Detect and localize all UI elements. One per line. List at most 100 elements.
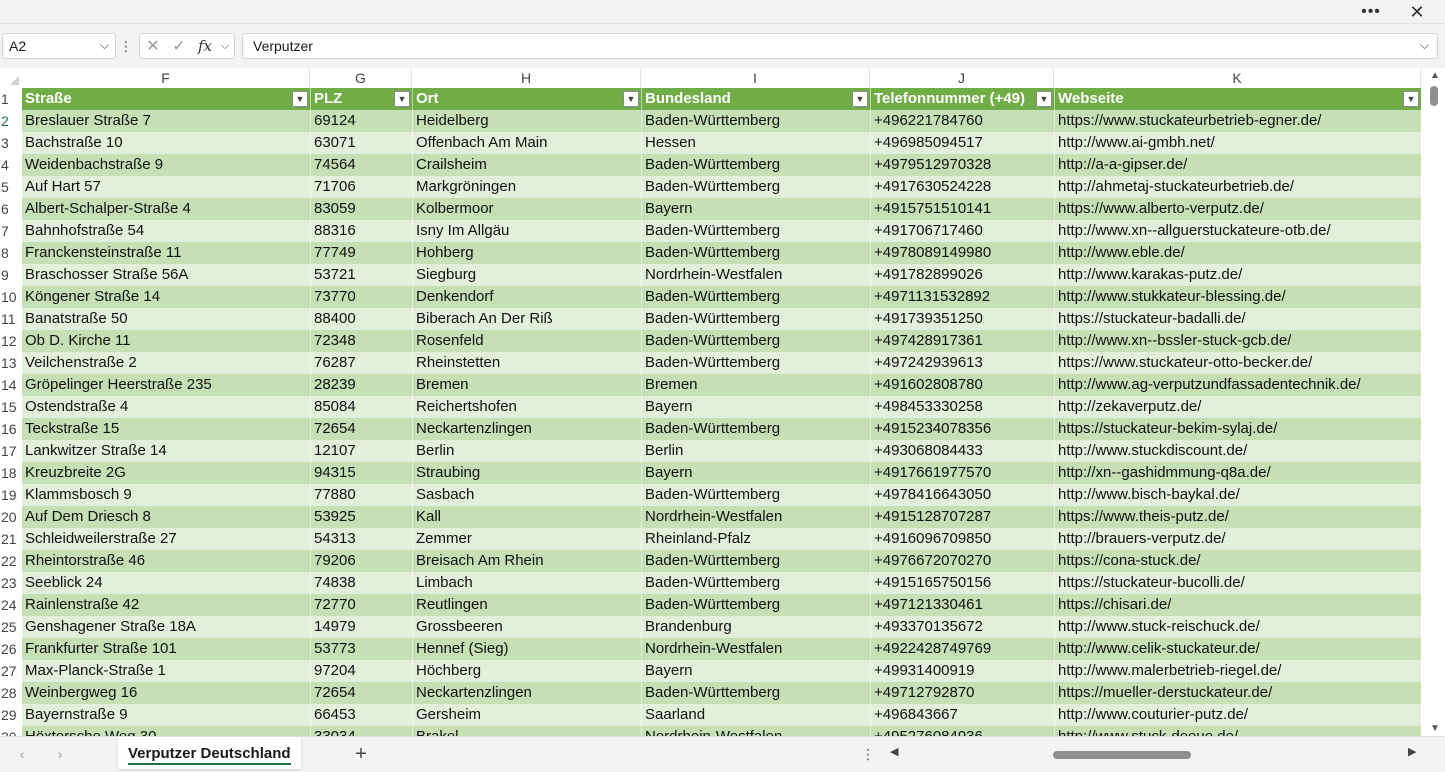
table-cell[interactable]: 88400 bbox=[310, 308, 412, 330]
table-cell[interactable]: http://www.eble.de/ bbox=[1054, 242, 1421, 264]
table-cell[interactable]: Weinbergweg 16 bbox=[22, 682, 310, 704]
table-cell[interactable]: Bayernstraße 9 bbox=[22, 704, 310, 726]
table-cell[interactable]: http://ahmetaj-stuckateurbetrieb.de/ bbox=[1054, 176, 1421, 198]
table-cell[interactable]: http://zekaverputz.de/ bbox=[1054, 396, 1421, 418]
table-cell[interactable]: Baden-Württemberg bbox=[641, 550, 870, 572]
table-cell[interactable]: Berlin bbox=[412, 440, 641, 462]
table-cell[interactable]: Kall bbox=[412, 506, 641, 528]
table-cell[interactable]: Rheinland-Pfalz bbox=[641, 528, 870, 550]
vertical-scrollbar[interactable]: ▲ ▼ bbox=[1425, 68, 1445, 736]
table-cell[interactable]: +491782899026 bbox=[870, 264, 1054, 286]
table-cell[interactable]: +497121330461 bbox=[870, 594, 1054, 616]
table-cell[interactable]: Baden-Württemberg bbox=[641, 242, 870, 264]
table-cell[interactable]: Breisach Am Rhein bbox=[412, 550, 641, 572]
table-cell[interactable]: +4915165750156 bbox=[870, 572, 1054, 594]
table-cell[interactable]: Crailsheim bbox=[412, 154, 641, 176]
table-cell[interactable]: 66453 bbox=[310, 704, 412, 726]
header-cell[interactable]: Ort ▼ bbox=[412, 88, 641, 110]
table-cell[interactable]: +49931400919 bbox=[870, 660, 1054, 682]
table-cell[interactable]: Bayern bbox=[641, 660, 870, 682]
table-cell[interactable]: +497428917361 bbox=[870, 330, 1054, 352]
row-number[interactable]: 20 bbox=[0, 506, 22, 528]
table-cell[interactable]: Sasbach bbox=[412, 484, 641, 506]
row-number[interactable]: 2 bbox=[0, 110, 22, 132]
table-cell[interactable]: Albert-Schalper-Straße 4 bbox=[22, 198, 310, 220]
table-cell[interactable]: Seeblick 24 bbox=[22, 572, 310, 594]
table-cell[interactable]: Gersheim bbox=[412, 704, 641, 726]
table-cell[interactable]: http://www.karakas-putz.de/ bbox=[1054, 264, 1421, 286]
table-cell[interactable]: Grossbeeren bbox=[412, 616, 641, 638]
table-cell[interactable]: https://stuckateur-bucolli.de/ bbox=[1054, 572, 1421, 594]
table-cell[interactable]: +4922428749769 bbox=[870, 638, 1054, 660]
scroll-up-icon[interactable]: ▲ bbox=[1430, 70, 1440, 81]
table-cell[interactable]: Neckartenzlingen bbox=[412, 682, 641, 704]
table-cell[interactable]: +4979512970328 bbox=[870, 154, 1054, 176]
row-number[interactable]: 7 bbox=[0, 220, 22, 242]
table-cell[interactable]: 74838 bbox=[310, 572, 412, 594]
table-cell[interactable]: +491602808780 bbox=[870, 374, 1054, 396]
row-number[interactable]: 28 bbox=[0, 682, 22, 704]
table-cell[interactable]: +4917630524228 bbox=[870, 176, 1054, 198]
table-cell[interactable]: +496985094517 bbox=[870, 132, 1054, 154]
table-cell[interactable]: +493370135672 bbox=[870, 616, 1054, 638]
table-cell[interactable]: Baden-Württemberg bbox=[641, 418, 870, 440]
table-cell[interactable]: Biberach An Der Riß bbox=[412, 308, 641, 330]
table-cell[interactable]: https://cona-stuck.de/ bbox=[1054, 550, 1421, 572]
row-number[interactable]: 15 bbox=[0, 396, 22, 418]
table-cell[interactable]: +491739351250 bbox=[870, 308, 1054, 330]
filter-dropdown-icon[interactable]: ▼ bbox=[852, 91, 868, 107]
table-cell[interactable]: https://stuckateur-badalli.de/ bbox=[1054, 308, 1421, 330]
table-cell[interactable]: http://www.malerbetrieb-riegel.de/ bbox=[1054, 660, 1421, 682]
table-cell[interactable]: Schleidweilerstraße 27 bbox=[22, 528, 310, 550]
row-number[interactable]: 6 bbox=[0, 198, 22, 220]
table-cell[interactable]: https://www.theis-putz.de/ bbox=[1054, 506, 1421, 528]
table-cell[interactable]: +495276084936 bbox=[870, 726, 1054, 736]
table-cell[interactable]: http://www.ai-gmbh.net/ bbox=[1054, 132, 1421, 154]
table-cell[interactable]: Bayern bbox=[641, 462, 870, 484]
table-cell[interactable]: http://www.celik-stuckateur.de/ bbox=[1054, 638, 1421, 660]
table-cell[interactable]: Siegburg bbox=[412, 264, 641, 286]
table-cell[interactable]: 14979 bbox=[310, 616, 412, 638]
column-header-f[interactable]: F bbox=[22, 68, 310, 88]
row-number[interactable]: 1 bbox=[0, 88, 22, 110]
filter-dropdown-icon[interactable]: ▼ bbox=[1036, 91, 1052, 107]
table-cell[interactable]: Baden-Württemberg bbox=[641, 330, 870, 352]
table-cell[interactable]: Bachstraße 10 bbox=[22, 132, 310, 154]
row-number[interactable]: 24 bbox=[0, 594, 22, 616]
table-cell[interactable]: +49712792870 bbox=[870, 682, 1054, 704]
table-cell[interactable]: Bremen bbox=[412, 374, 641, 396]
table-cell[interactable]: 77880 bbox=[310, 484, 412, 506]
select-all-corner[interactable] bbox=[0, 68, 22, 88]
table-cell[interactable]: Gröpelinger Heerstraße 235 bbox=[22, 374, 310, 396]
table-cell[interactable]: 33034 bbox=[310, 726, 412, 736]
table-cell[interactable]: +496221784760 bbox=[870, 110, 1054, 132]
formula-input[interactable]: Verputzer ⌵ bbox=[242, 33, 1438, 59]
table-cell[interactable]: Veilchenstraße 2 bbox=[22, 352, 310, 374]
table-cell[interactable]: +4971131532892 bbox=[870, 286, 1054, 308]
table-cell[interactable]: http://www.stukkateur-blessing.de/ bbox=[1054, 286, 1421, 308]
table-cell[interactable]: Rainlenstraße 42 bbox=[22, 594, 310, 616]
table-cell[interactable]: Brakel bbox=[412, 726, 641, 736]
table-cell[interactable]: 83059 bbox=[310, 198, 412, 220]
header-cell[interactable]: PLZ ▼ bbox=[310, 88, 412, 110]
vertical-dots-icon[interactable]: ⋮ bbox=[119, 36, 133, 56]
table-cell[interactable]: http://brauers-verputz.de/ bbox=[1054, 528, 1421, 550]
row-number[interactable]: 29 bbox=[0, 704, 22, 726]
row-number[interactable]: 26 bbox=[0, 638, 22, 660]
scroll-down-icon[interactable]: ▼ bbox=[1430, 723, 1440, 734]
table-cell[interactable]: Franckensteinstraße 11 bbox=[22, 242, 310, 264]
table-cell[interactable]: 71706 bbox=[310, 176, 412, 198]
table-cell[interactable]: Bayern bbox=[641, 198, 870, 220]
table-cell[interactable]: 74564 bbox=[310, 154, 412, 176]
table-cell[interactable]: +4976672070270 bbox=[870, 550, 1054, 572]
table-cell[interactable]: 79206 bbox=[310, 550, 412, 572]
table-cell[interactable]: Kreuzbreite 2G bbox=[22, 462, 310, 484]
add-sheet-icon[interactable]: + bbox=[350, 741, 372, 767]
name-box[interactable]: A2 ⌵ bbox=[2, 33, 116, 59]
row-number[interactable]: 30 bbox=[0, 726, 22, 736]
table-cell[interactable]: http://a-a-gipser.de/ bbox=[1054, 154, 1421, 176]
column-header-k[interactable]: K bbox=[1054, 68, 1421, 88]
table-cell[interactable]: Baden-Württemberg bbox=[641, 176, 870, 198]
more-options-icon[interactable]: ••• bbox=[1359, 0, 1383, 24]
row-number[interactable]: 22 bbox=[0, 550, 22, 572]
